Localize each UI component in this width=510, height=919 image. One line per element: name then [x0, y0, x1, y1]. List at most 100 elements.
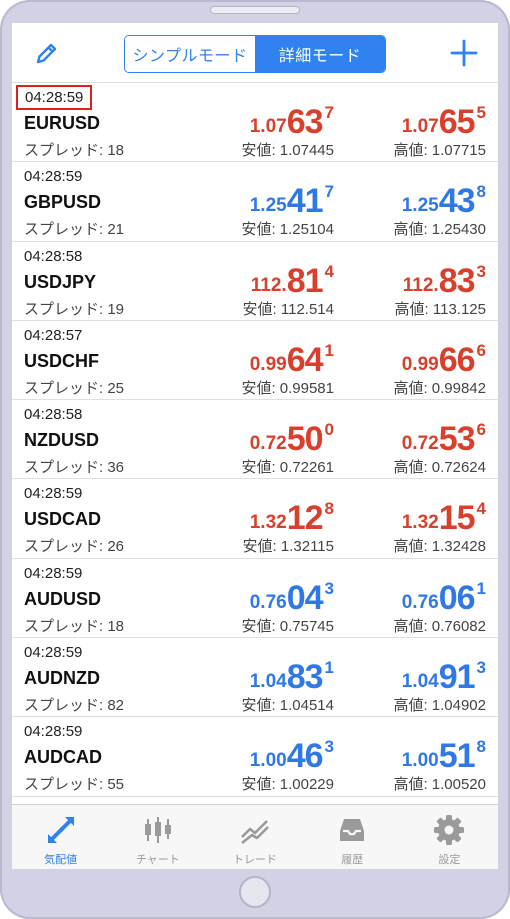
bid-price[interactable]: 0.72 50 0	[250, 420, 334, 459]
quote-row[interactable]: 04:28:59 EURUSD スプレッド: 18 1.07 63 7 1.07 65 5 安値:…	[12, 83, 498, 163]
bid-price[interactable]: 1.32 12 8	[250, 499, 334, 538]
simple-mode-tab[interactable]: シンプルモード	[125, 36, 255, 72]
quote-low: 安値: 1.32115	[242, 538, 334, 556]
bid-price-fraction: 1	[324, 658, 334, 678]
ask-price-fraction: 4	[476, 499, 486, 519]
bid-price-prefix: 0.76	[249, 591, 287, 613]
bid-price-fraction: 7	[324, 103, 334, 122]
tab-settings-label: 設定	[438, 854, 461, 866]
bid-price-prefix: 1.07	[249, 116, 287, 137]
quote-row[interactable]: 04:28:58 USDJPY スプレッド: 19 112. 81 4 112. 83 3 安値:…	[12, 242, 498, 321]
quote-low: 安値: 1.25104	[241, 221, 334, 239]
quote-symbol: AUDUSD	[24, 588, 102, 609]
quote-symbol: AUDCAD	[24, 747, 102, 768]
bid-price-fraction: 1	[324, 340, 334, 360]
candlestick-chart-icon	[144, 817, 171, 843]
home-button[interactable]	[239, 876, 271, 908]
quote-spread: スプレッド: 36	[24, 459, 125, 477]
quote-low: 安値: 112.514	[242, 300, 334, 318]
bid-price-pips: 46	[286, 737, 324, 776]
ask-price-prefix: 1.04	[401, 671, 439, 693]
bid-price[interactable]: 1.04 83 1	[250, 658, 334, 697]
quote-time: 04:28:59	[24, 564, 83, 582]
detail-mode-tab[interactable]: 詳細モード	[255, 36, 385, 72]
quote-high: 高値: 0.99842	[393, 379, 486, 397]
ask-price[interactable]: 0.72 53 6	[402, 420, 486, 459]
bid-price-pips: 41	[286, 182, 324, 221]
quote-row[interactable]: 04:28:57 USDCHF スプレッド: 25 0.99 64 1 0.99 66 6 安値:…	[12, 321, 498, 401]
ask-price-fraction: 1	[476, 578, 486, 598]
bottom-tab-bar: 気配値 チャート トレード 履歴 設定	[12, 804, 498, 869]
bid-price[interactable]: 1.00 46 3	[250, 737, 334, 776]
ask-price[interactable]: 1.25 43 8	[402, 182, 486, 221]
quote-row[interactable]: 04:28:58 NZDUSD スプレッド: 36 0.72 50 0 0.72 53 6 安値:…	[12, 400, 498, 480]
speaker-slot	[210, 6, 300, 14]
history-inbox-icon	[340, 819, 365, 841]
quote-row[interactable]: 04:28:59 AUDNZD スプレッド: 82 1.04 83 1 1.04 91 3 安値:…	[12, 638, 498, 718]
tab-trade[interactable]: トレード	[206, 805, 303, 869]
quote-symbol: USDJPY	[24, 271, 97, 292]
ask-price[interactable]: 1.00 51 8	[402, 737, 486, 776]
bid-price-fraction: 3	[324, 578, 334, 598]
header-bar: シンプルモード 詳細モード	[12, 23, 498, 83]
plus-icon[interactable]	[450, 39, 478, 67]
quote-symbol: AUDNZD	[24, 668, 100, 689]
ask-price-pips: 83	[438, 261, 476, 300]
quote-spread: スプレッド: 18	[24, 142, 125, 159]
tab-settings[interactable]: 設定	[401, 805, 498, 869]
quote-time: 04:28:57	[24, 326, 83, 344]
quote-spread: スプレッド: 82	[24, 697, 125, 715]
quote-high: 高値: 1.04902	[393, 697, 486, 715]
ask-price[interactable]: 0.76 06 1	[402, 579, 486, 618]
ask-price-fraction: 6	[476, 420, 486, 440]
ask-price-prefix: 1.00	[401, 750, 439, 772]
pencil-icon[interactable]	[34, 40, 60, 66]
bid-price-pips: 12	[286, 499, 324, 538]
tab-chart[interactable]: チャート	[109, 805, 206, 869]
ask-price-fraction: 8	[476, 737, 486, 757]
ask-price-pips: 91	[438, 658, 476, 697]
bid-price[interactable]: 0.76 04 3	[250, 579, 334, 618]
ask-price[interactable]: 112. 83 3	[403, 262, 486, 301]
bid-price[interactable]: 1.07 63 7	[250, 103, 334, 142]
bid-price-fraction: 4	[324, 261, 334, 281]
bid-price[interactable]: 112. 81 4	[251, 262, 334, 301]
tab-quotes-label: 気配値	[44, 854, 78, 866]
bid-price-fraction: 0	[324, 420, 334, 440]
bid-price-pips: 81	[286, 261, 324, 300]
bid-price[interactable]: 0.99 64 1	[250, 341, 334, 380]
trade-trend-icon	[241, 820, 269, 845]
quote-high: 高値: 0.72624	[393, 459, 486, 477]
quote-low: 安値: 0.72261	[241, 459, 334, 477]
quote-symbol: USDCHF	[24, 350, 99, 371]
ask-price-prefix: 1.25	[401, 195, 439, 217]
quote-spread: スプレッド: 19	[24, 300, 125, 318]
ask-price-pips: 43	[438, 182, 476, 221]
tab-quotes[interactable]: 気配値	[12, 805, 109, 869]
tab-history-label: 履歴	[341, 854, 364, 866]
bid-price-prefix: 1.25	[249, 195, 287, 217]
quote-row[interactable]: 04:28:59 AUDUSD スプレッド: 18 0.76 04 3 0.76 06 1 安値:…	[12, 559, 498, 639]
bid-price[interactable]: 1.25 41 7	[250, 182, 334, 221]
ask-price[interactable]: 1.32 15 4	[402, 499, 486, 538]
ask-price-fraction: 3	[476, 261, 486, 281]
ask-price[interactable]: 0.99 66 6	[402, 341, 486, 380]
gear-icon	[434, 815, 465, 845]
quote-high: 高値: 1.32428	[393, 538, 486, 556]
ask-price[interactable]: 1.04 91 3	[402, 658, 486, 697]
ask-price[interactable]: 1.07 65 5	[402, 103, 486, 142]
ask-price-pips: 06	[438, 578, 476, 617]
quote-time: 04:28:59	[16, 85, 93, 110]
ask-price-pips: 51	[438, 737, 476, 776]
quote-row[interactable]: 04:28:59 AUDCAD スプレッド: 55 1.00 46 3 1.00 51 8 安値:…	[12, 717, 498, 797]
quote-time: 04:28:58	[24, 247, 83, 265]
quote-row[interactable]: 04:28:59 USDCAD スプレッド: 26 1.32 12 8 1.32 15 4 安値:…	[12, 479, 498, 559]
quote-symbol: EURUSD	[24, 113, 101, 133]
bid-price-fraction: 8	[324, 499, 334, 519]
quote-high: 高値: 1.25430	[393, 221, 486, 239]
bid-price-prefix: 1.32	[249, 512, 287, 534]
tab-history[interactable]: 履歴	[304, 805, 401, 869]
quote-symbol: NZDUSD	[24, 430, 99, 451]
bid-price-fraction: 7	[324, 182, 334, 202]
quote-row[interactable]: 04:28:59 GBPUSD スプレッド: 21 1.25 41 7 1.25 43 8 安値:…	[12, 162, 498, 242]
